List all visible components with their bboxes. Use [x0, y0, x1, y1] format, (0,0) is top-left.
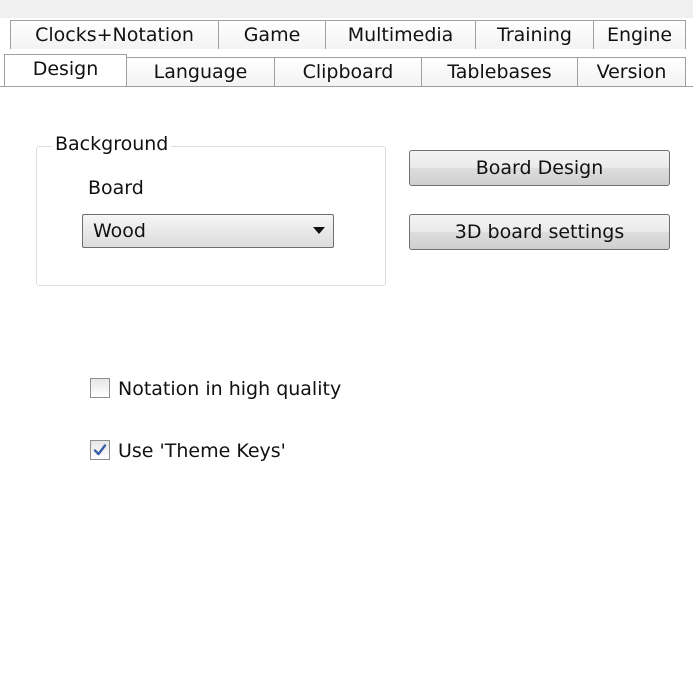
tab-tablebases[interactable]: Tablebases [421, 57, 578, 86]
chevron-down-icon [313, 227, 325, 234]
tab-multimedia[interactable]: Multimedia [325, 20, 476, 49]
tab-version[interactable]: Version [577, 57, 686, 86]
tab-clocks-notation[interactable]: Clocks+Notation [10, 20, 219, 49]
tab-training[interactable]: Training [475, 20, 594, 49]
tab-panel-border [0, 86, 693, 87]
board-design-button[interactable]: Board Design [409, 150, 670, 186]
title-strip [0, 0, 693, 18]
options-dialog: Clocks+Notation Game Multimedia Training… [0, 0, 693, 686]
tab-game[interactable]: Game [218, 20, 326, 49]
board-select[interactable]: Wood [82, 214, 334, 248]
tab-engine[interactable]: Engine [593, 20, 686, 49]
tab-clipboard[interactable]: Clipboard [274, 57, 422, 86]
notation-high-quality-checkbox[interactable] [90, 378, 110, 398]
board-label: Board [88, 177, 144, 199]
use-theme-keys-label: Use 'Theme Keys' [118, 440, 286, 462]
tab-design[interactable]: Design [4, 54, 127, 86]
background-group-title: Background [52, 132, 172, 156]
checkmark-icon [93, 444, 107, 456]
tab-language[interactable]: Language [126, 57, 275, 86]
notation-high-quality-label: Notation in high quality [118, 378, 342, 400]
3d-board-settings-button[interactable]: 3D board settings [409, 214, 670, 250]
board-select-value: Wood [93, 220, 146, 242]
use-theme-keys-checkbox[interactable] [90, 440, 110, 460]
